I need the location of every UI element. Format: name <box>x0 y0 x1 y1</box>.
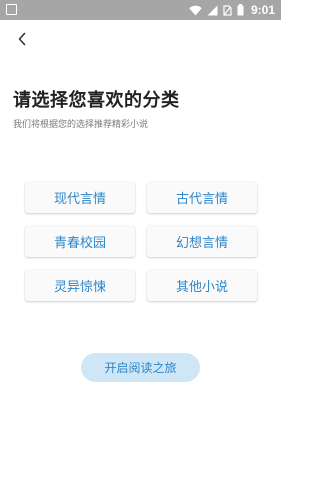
notification-icon <box>6 4 17 15</box>
status-icons: 9:01 <box>189 0 275 20</box>
category-button-other-novels[interactable]: 其他小说 <box>147 270 257 301</box>
status-bar: 9:01 <box>0 0 281 20</box>
category-button-supernatural-thriller[interactable]: 灵异惊悚 <box>25 270 135 301</box>
back-button[interactable] <box>12 30 32 50</box>
page-title: 请选择您喜欢的分类 <box>13 90 180 111</box>
battery-icon <box>237 4 244 16</box>
wifi-icon <box>189 5 202 16</box>
category-button-modern-romance[interactable]: 现代言情 <box>25 182 135 213</box>
signal-icon <box>207 5 218 16</box>
category-button-fantasy-romance[interactable]: 幻想言情 <box>147 226 257 257</box>
chevron-left-icon <box>17 31 27 50</box>
status-time: 9:01 <box>250 3 275 17</box>
category-button-ancient-romance[interactable]: 古代言情 <box>147 182 257 213</box>
category-button-youth-campus[interactable]: 青春校园 <box>25 226 135 257</box>
start-reading-button[interactable]: 开启阅读之旅 <box>81 353 200 382</box>
sim-icon <box>223 4 232 16</box>
page-subtitle: 我们将根据您的选择推荐精彩小说 <box>13 120 149 130</box>
